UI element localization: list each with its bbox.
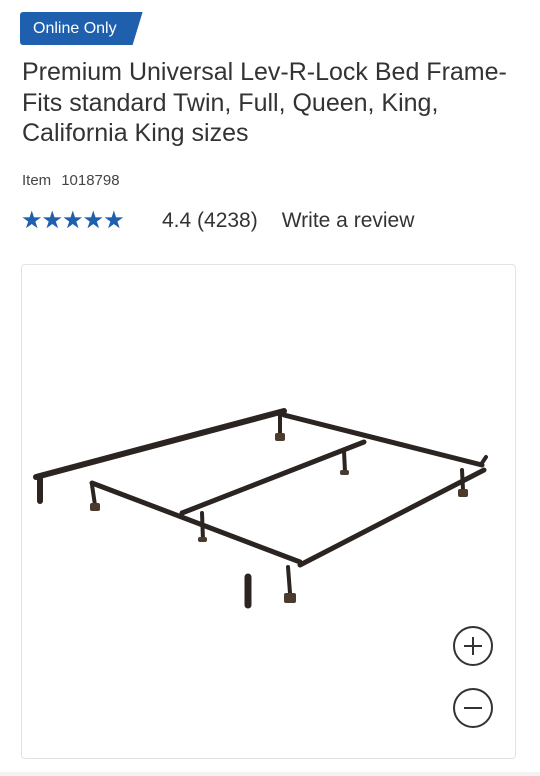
zoom-out-button[interactable] <box>453 688 493 728</box>
star-rating-icon[interactable]: ★★★★★ ★★★★★ <box>21 209 139 233</box>
frame-rail-bottom <box>297 467 487 568</box>
frame-rail-right <box>281 412 485 468</box>
online-only-badge: Online Only <box>20 12 143 45</box>
item-number-row: Item 1018798 <box>22 172 120 189</box>
item-number: 1018798 <box>61 172 120 189</box>
item-label: Item <box>22 172 52 189</box>
product-title: Premium Universal Lev-R-Lock Bed Frame- … <box>22 58 507 147</box>
minus-icon <box>464 707 482 709</box>
rating-summary[interactable]: 4.4 (4238) <box>162 209 258 233</box>
bottom-divider <box>0 772 540 776</box>
product-image[interactable] <box>21 264 516 759</box>
bed-frame-image <box>33 408 488 609</box>
frame-rail-back <box>33 408 287 480</box>
zoom-in-button[interactable] <box>453 626 493 666</box>
star-rating-fill: ★★★★★ <box>21 209 125 233</box>
frame-rail-front <box>89 480 303 565</box>
badge-label: Online Only <box>20 12 143 45</box>
write-review-link[interactable]: Write a review <box>282 209 415 233</box>
frame-center-bar <box>179 439 367 516</box>
rating-row: ★★★★★ ★★★★★ 4.4 (4238) Write a review <box>21 205 414 237</box>
